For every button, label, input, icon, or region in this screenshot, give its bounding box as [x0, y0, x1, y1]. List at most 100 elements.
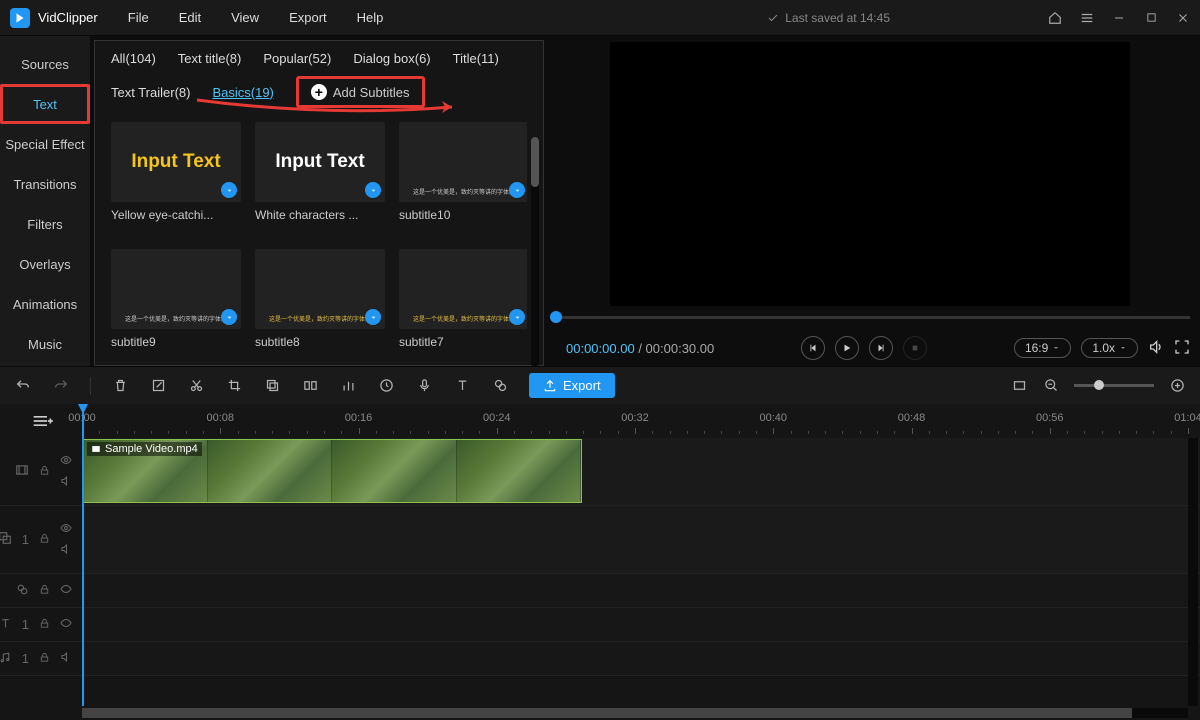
eye-icon[interactable] [60, 522, 72, 537]
speaker-icon[interactable] [60, 475, 72, 490]
timeline-h-scrollbar[interactable] [82, 708, 1188, 718]
template-item[interactable]: Input TextWhite characters ... [255, 122, 385, 235]
effect-track [0, 574, 1200, 608]
download-icon[interactable] [221, 182, 237, 198]
tab-title[interactable]: Title(11) [453, 51, 499, 66]
menu-help[interactable]: Help [357, 10, 384, 25]
redo-icon[interactable] [52, 377, 70, 395]
text-tool-icon[interactable] [453, 377, 471, 395]
template-item[interactable]: 这是一个优美是，致约灭等讲的字体效subtitle9 [111, 249, 241, 362]
zoom-slider[interactable] [1074, 384, 1154, 387]
delete-icon[interactable] [111, 377, 129, 395]
download-icon[interactable] [509, 309, 525, 325]
volume-icon[interactable] [1148, 339, 1164, 358]
add-subtitles-button[interactable]: + Add Subtitles [296, 76, 425, 108]
download-icon[interactable] [509, 182, 525, 198]
mic-icon[interactable] [415, 377, 433, 395]
download-icon[interactable] [365, 182, 381, 198]
edit-icon[interactable] [149, 377, 167, 395]
text-track: 1 [0, 608, 1200, 642]
app-name: VidClipper [38, 10, 98, 25]
sidebar-item-music[interactable]: Music [0, 324, 90, 364]
copy-icon[interactable] [263, 377, 281, 395]
eye-icon[interactable] [60, 583, 72, 598]
menu-file[interactable]: File [128, 10, 149, 25]
tab-popular[interactable]: Popular(52) [263, 51, 331, 66]
sidebar-item-text[interactable]: Text [0, 84, 90, 124]
template-item[interactable]: 这是一个优美是，致约灭等讲的字体效subtitle8 [255, 249, 385, 362]
undo-icon[interactable] [14, 377, 32, 395]
timeline-v-scrollbar[interactable] [1188, 438, 1198, 706]
speaker-icon[interactable] [60, 651, 72, 666]
sidebar-item-animations[interactable]: Animations [0, 284, 90, 324]
sidebar-item-filters[interactable]: Filters [0, 204, 90, 244]
sidebar-item-overlays[interactable]: Overlays [0, 244, 90, 284]
seek-knob[interactable] [550, 311, 562, 323]
download-icon[interactable] [365, 309, 381, 325]
sidebar-item-transitions[interactable]: Transitions [0, 164, 90, 204]
track-number: 1 [22, 617, 29, 632]
add-track-button[interactable] [30, 412, 54, 430]
text-templates-panel: All(104) Text title(8) Popular(52) Dialo… [94, 40, 544, 366]
close-icon[interactable] [1176, 11, 1190, 25]
sidebar-item-special-effect[interactable]: Special Effect [0, 124, 90, 164]
time-icon[interactable] [377, 377, 395, 395]
last-saved: Last saved at 14:45 [767, 11, 890, 25]
split-icon[interactable] [301, 377, 319, 395]
sidebar: Sources Text Special Effect Transitions … [0, 36, 90, 366]
track-number: 1 [22, 532, 29, 547]
zoom-in-icon[interactable] [1168, 377, 1186, 395]
minimize-icon[interactable] [1112, 11, 1126, 25]
home-icon[interactable] [1048, 11, 1062, 25]
eye-icon[interactable] [60, 454, 72, 469]
video-track-icon [15, 463, 29, 480]
tab-dialog-box[interactable]: Dialog box(6) [353, 51, 430, 66]
prev-frame-button[interactable] [801, 336, 825, 360]
crop-icon[interactable] [225, 377, 243, 395]
sidebar-item-sources[interactable]: Sources [0, 44, 90, 84]
zoom-out-icon[interactable] [1042, 377, 1060, 395]
ruler-label: 00:08 [206, 412, 234, 424]
template-item[interactable]: Input TextYellow eye-catchi... [111, 122, 241, 235]
play-button[interactable] [835, 336, 859, 360]
next-frame-button[interactable] [869, 336, 893, 360]
template-item[interactable]: 这是一个优美是，致约灭等讲的字体效subtitle7 [399, 249, 527, 362]
video-clip[interactable]: Sample Video.mp4 [82, 439, 582, 503]
template-item[interactable]: 这是一个优美是，致约灭等讲的字体效subtitle10 [399, 122, 527, 235]
cut-icon[interactable] [187, 377, 205, 395]
effect-icon[interactable] [491, 377, 509, 395]
lock-icon[interactable] [39, 651, 50, 666]
levels-icon[interactable] [339, 377, 357, 395]
menu-view[interactable]: View [231, 10, 259, 25]
hamburger-icon[interactable] [1080, 11, 1094, 25]
seek-bar[interactable] [550, 312, 1190, 322]
eye-icon[interactable] [60, 617, 72, 632]
tab-basics[interactable]: Basics(19) [212, 85, 273, 100]
lock-icon[interactable] [39, 464, 50, 479]
panel-scrollbar[interactable] [531, 137, 539, 367]
audio-track-icon [0, 651, 12, 667]
time-ruler[interactable]: 00:0000:0800:1600:2400:3200:4000:4800:56… [82, 412, 1188, 436]
menu-export[interactable]: Export [289, 10, 327, 25]
timeline: 00:0000:0800:1600:2400:3200:4000:4800:56… [0, 404, 1200, 720]
tab-all[interactable]: All(104) [111, 51, 156, 66]
stop-button[interactable] [903, 336, 927, 360]
lock-icon[interactable] [39, 583, 50, 598]
fullscreen-icon[interactable] [1174, 339, 1190, 358]
lock-icon[interactable] [39, 617, 50, 632]
maximize-icon[interactable] [1144, 11, 1158, 25]
playhead[interactable] [82, 404, 84, 706]
download-icon[interactable] [221, 309, 237, 325]
video-preview[interactable] [610, 42, 1130, 306]
tab-text-title[interactable]: Text title(8) [178, 51, 242, 66]
speaker-icon[interactable] [60, 543, 72, 558]
speed-selector[interactable]: 1.0x [1081, 338, 1138, 358]
fit-icon[interactable] [1010, 377, 1028, 395]
export-button[interactable]: Export [529, 373, 615, 398]
overlay-track-icon [0, 531, 12, 548]
lock-icon[interactable] [39, 532, 50, 547]
aspect-ratio-selector[interactable]: 16:9 [1014, 338, 1071, 358]
tab-text-trailer[interactable]: Text Trailer(8) [111, 85, 190, 100]
menu-edit[interactable]: Edit [179, 10, 201, 25]
app-logo [10, 8, 30, 28]
